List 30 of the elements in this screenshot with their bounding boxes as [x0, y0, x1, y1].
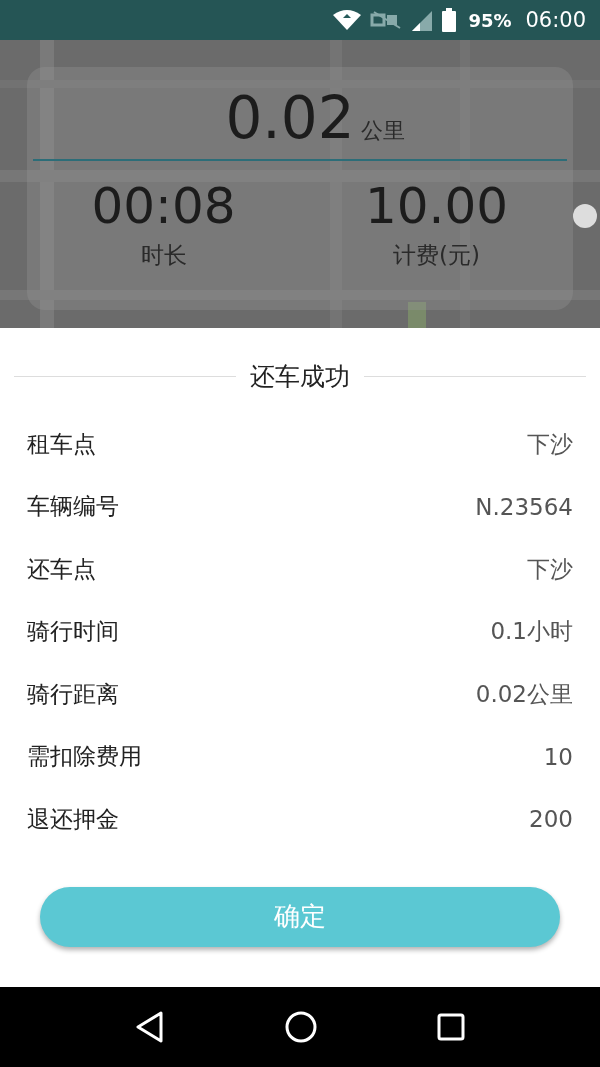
- row-label: 需扣除费用: [27, 742, 142, 772]
- duration-value: 00:08: [91, 178, 236, 234]
- home-icon[interactable]: [285, 1011, 317, 1043]
- fee-label: 计费(元): [393, 240, 480, 270]
- distance-unit: 公里: [360, 117, 405, 145]
- row-label: 骑行距离: [27, 679, 119, 709]
- row-value: 下沙: [527, 554, 573, 584]
- battery-percent: 95%: [468, 9, 512, 31]
- row-value: 10: [543, 743, 573, 770]
- row-label: 车辆编号: [27, 492, 119, 522]
- row-value: N.23564: [475, 493, 573, 520]
- duration-label: 时长: [140, 240, 187, 270]
- row-value: 0.1小时: [490, 617, 573, 647]
- signal-icon: [410, 9, 435, 31]
- back-icon[interactable]: [135, 1011, 165, 1043]
- distance-value: 0.02: [225, 87, 355, 151]
- recents-icon[interactable]: [437, 1013, 465, 1041]
- clock: 06:00: [525, 8, 586, 32]
- row-value: 下沙: [527, 429, 573, 459]
- row-label: 还车点: [27, 554, 96, 584]
- row-value: 0.02公里: [475, 679, 573, 709]
- battery-icon: [442, 8, 457, 32]
- dialog-title: 还车成功: [250, 361, 350, 393]
- row-label: 退还押金: [27, 804, 119, 834]
- row-label: 租车点: [27, 429, 96, 459]
- row-value: 200: [529, 806, 573, 833]
- row-label: 骑行时间: [27, 617, 119, 647]
- fee-value: 10.00: [364, 178, 509, 234]
- confirm-button[interactable]: 确定: [40, 886, 560, 947]
- wifi-icon: [332, 9, 363, 31]
